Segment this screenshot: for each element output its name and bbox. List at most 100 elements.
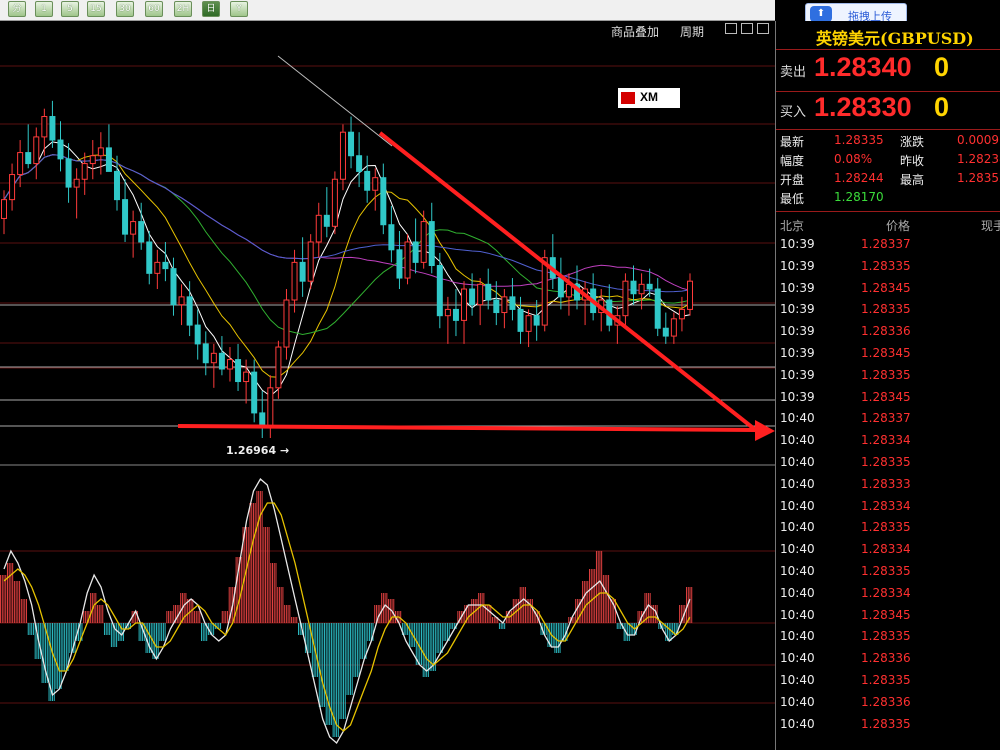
period-button-2[interactable]: 5 xyxy=(61,1,79,17)
tick-price: 1.28335 xyxy=(861,520,911,535)
tick-price: 1.28334 xyxy=(861,433,911,448)
candle-body xyxy=(170,268,177,306)
quote-panel: 英镑美元(GBPUSD) 卖出 1.28340 0 买入 1.28330 0 最… xyxy=(775,21,1000,750)
buy-price-digit: 0 xyxy=(896,92,912,122)
candle-body xyxy=(477,283,484,306)
tick-price: 1.28335 xyxy=(861,258,911,273)
candle-body xyxy=(420,221,427,263)
tick-price: 1.28336 xyxy=(861,694,911,709)
low-price-label: 1.26964 → xyxy=(226,444,290,457)
candle-body xyxy=(97,147,104,157)
candle-body xyxy=(662,327,669,337)
stat-value: 1.28335 xyxy=(834,133,884,147)
price-chart[interactable] xyxy=(0,38,775,750)
candle-body xyxy=(646,283,653,290)
candle-body xyxy=(541,257,548,326)
period-button-4[interactable]: 30 xyxy=(116,1,134,17)
period-button-6[interactable]: 2H xyxy=(174,1,192,17)
symbol-title: 英镑美元(GBPUSD) xyxy=(816,29,974,48)
candle-body xyxy=(654,288,661,329)
candle-body xyxy=(452,308,459,321)
stat-label: 开盘 xyxy=(780,173,805,187)
tick-price: 1.28333 xyxy=(861,476,911,491)
candle-body xyxy=(396,249,403,279)
tick-price: 1.28335 xyxy=(861,716,911,731)
candle-body xyxy=(162,261,169,270)
ma-10-line xyxy=(3,154,691,378)
candle-body xyxy=(461,288,468,321)
candle-body xyxy=(412,241,419,263)
divider xyxy=(776,211,1000,212)
xm-flag-icon xyxy=(621,92,635,104)
period-button-5[interactable]: 60 xyxy=(145,1,163,17)
period-button-8[interactable]: Y xyxy=(230,1,248,17)
candle-body xyxy=(49,116,56,141)
stat-value: 1.28170 xyxy=(834,190,884,204)
candle-body xyxy=(469,288,476,306)
period-toolbar: 分 1 5 15 30 60 2H 日 Y xyxy=(0,0,775,21)
candle-body xyxy=(323,214,330,227)
tick-price: 1.28345 xyxy=(861,346,911,360)
candle-body xyxy=(113,170,120,201)
period-button-0[interactable]: 分 xyxy=(8,1,26,17)
ticks-header-price: 价格 xyxy=(886,219,911,233)
candle-body xyxy=(485,283,492,301)
restore-icon[interactable] xyxy=(725,23,737,34)
sell-price-digit: 0 xyxy=(896,52,912,82)
candle-body xyxy=(525,315,532,332)
candle-body xyxy=(235,359,242,383)
drawn-diagonal-line xyxy=(277,55,393,147)
candle-body xyxy=(33,136,40,165)
candle-body xyxy=(243,371,250,383)
period-button-3[interactable]: 15 xyxy=(87,1,105,17)
tile-icon[interactable] xyxy=(741,23,753,34)
candle-body xyxy=(218,352,225,370)
candle-body xyxy=(364,170,371,191)
tick-time: 10:40 xyxy=(780,542,815,557)
candle-body xyxy=(146,241,153,274)
candle-body xyxy=(299,261,306,282)
candle-body xyxy=(331,178,338,227)
ticks-header-volume: 现手 xyxy=(981,219,1000,233)
ma-40-line xyxy=(3,154,691,291)
stat-value: 0.0009 xyxy=(957,133,999,147)
period-button-1[interactable]: 1 xyxy=(35,1,53,17)
stat-value: 0.08% xyxy=(834,152,873,166)
tick-price: 1.28336 xyxy=(861,324,911,339)
buy-price[interactable]: 1.28330 xyxy=(814,92,912,123)
tick-time: 10:40 xyxy=(780,585,815,600)
candle-body xyxy=(186,296,193,326)
candle-body xyxy=(178,296,185,306)
candle-body xyxy=(267,387,274,426)
buy-price-main: 1.2833 xyxy=(814,92,897,122)
candle-body xyxy=(533,315,540,326)
candle-body xyxy=(501,296,508,314)
candle-body xyxy=(493,299,500,314)
tick-price: 1.28336 xyxy=(861,651,911,666)
candle-body xyxy=(404,241,411,279)
sell-label: 卖出 xyxy=(780,65,807,80)
candle-body xyxy=(81,163,88,180)
sell-price[interactable]: 1.28340 xyxy=(814,52,912,83)
candle-body xyxy=(73,178,80,188)
tick-price: 1.28335 xyxy=(861,673,911,687)
candle-body xyxy=(57,139,64,160)
candle-body xyxy=(509,296,516,310)
candle-body xyxy=(291,261,298,301)
tick-price: 1.28334 xyxy=(861,585,911,600)
tick-time: 10:39 xyxy=(780,324,815,339)
tick-price: 1.28335 xyxy=(861,564,911,578)
stat-label: 最低 xyxy=(780,192,805,206)
tick-price: 1.28345 xyxy=(861,607,911,622)
divider xyxy=(776,129,1000,130)
ma-60-line xyxy=(3,154,691,293)
candle-body xyxy=(25,152,32,165)
period-button-7[interactable]: 日 xyxy=(202,1,220,17)
candle-body xyxy=(670,318,677,337)
maximize-icon[interactable] xyxy=(757,23,769,34)
stat-label: 最新 xyxy=(780,135,805,149)
tick-time: 10:40 xyxy=(780,433,815,448)
tick-time: 10:40 xyxy=(780,629,815,644)
candle-body xyxy=(372,177,379,191)
tick-time: 10:40 xyxy=(780,651,815,666)
